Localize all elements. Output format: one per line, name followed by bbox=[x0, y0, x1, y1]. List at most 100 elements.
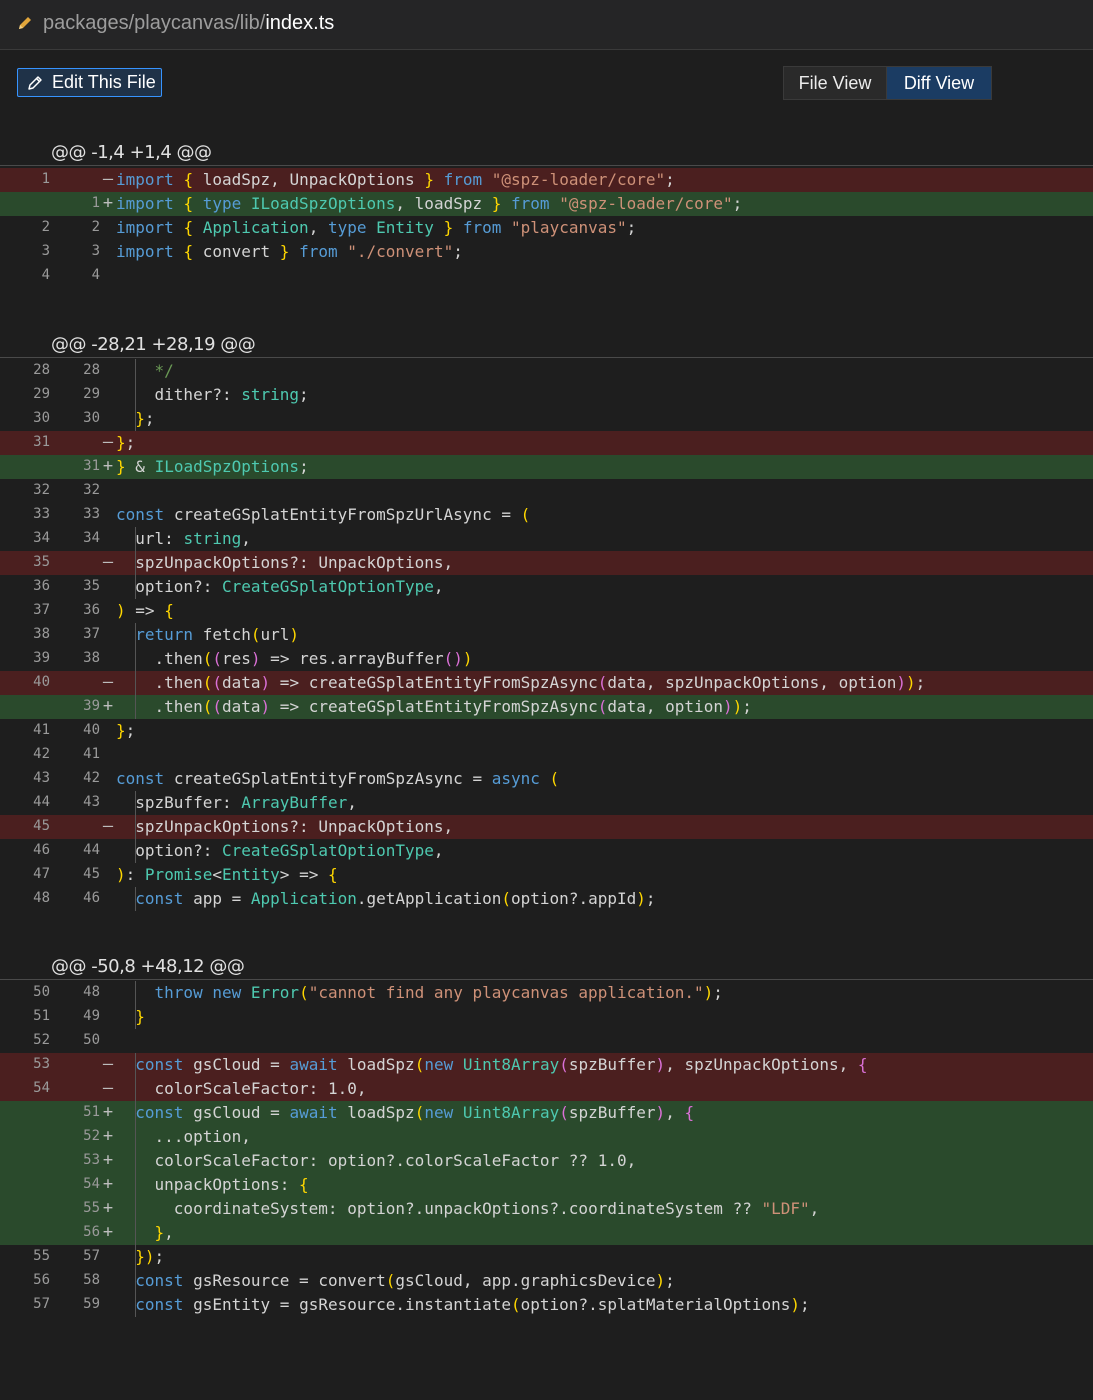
addition-marker: + bbox=[102, 193, 114, 213]
new-line-number: 53 bbox=[83, 1152, 100, 1168]
deletion-marker: — bbox=[102, 169, 114, 189]
diff-line: 33 33 const createGSplatEntityFromSpzUrlAs… bbox=[0, 503, 1093, 527]
diff-line: 48 46 const app = Application.getApplicat… bbox=[0, 887, 1093, 911]
code-text: import { Application, type Entity } from… bbox=[116, 218, 637, 237]
hunk-header-text: @@ -1,4 +1,4 @@ bbox=[51, 142, 212, 163]
code-text: const app = Application.getApplication(o… bbox=[135, 889, 656, 908]
new-line-number: 29 bbox=[83, 386, 100, 402]
old-line-number: 39 bbox=[33, 650, 50, 666]
code-text: const gsCloud = await loadSpz(new Uint8A… bbox=[135, 1103, 695, 1122]
old-line-number: 43 bbox=[33, 770, 50, 786]
new-line-number: 46 bbox=[83, 890, 100, 906]
diff-line-added: 52 + ...option, bbox=[0, 1125, 1093, 1149]
addition-marker: + bbox=[102, 696, 114, 716]
deletion-marker: — bbox=[102, 816, 114, 836]
diff-line-added: 54 + unpackOptions: { bbox=[0, 1173, 1093, 1197]
edit-pencil-icon bbox=[28, 76, 42, 90]
old-line-number: 2 bbox=[41, 219, 50, 235]
addition-marker: + bbox=[102, 1198, 114, 1218]
file-view-button[interactable]: File View bbox=[784, 67, 887, 99]
code-text: option?: CreateGSplatOptionType, bbox=[135, 841, 444, 860]
diff-view-button[interactable]: Diff View bbox=[887, 67, 991, 99]
new-line-number: 49 bbox=[83, 1008, 100, 1024]
old-line-number: 1 bbox=[41, 171, 50, 187]
diff-line: 46 44 option?: CreateGSplatOptionType, bbox=[0, 839, 1093, 863]
new-line-number: 43 bbox=[83, 794, 100, 810]
new-line-number: 30 bbox=[83, 410, 100, 426]
diff-line-added: 53 + colorScaleFactor: option?.colorScale… bbox=[0, 1149, 1093, 1173]
new-line-number: 28 bbox=[83, 362, 100, 378]
old-line-number: 4 bbox=[41, 267, 50, 283]
edit-file-button[interactable]: Edit This File bbox=[17, 68, 162, 97]
code-text: }; bbox=[116, 721, 136, 740]
file-name: index.ts bbox=[265, 12, 335, 34]
old-line-number: 48 bbox=[33, 890, 50, 906]
old-line-number: 42 bbox=[33, 746, 50, 762]
addition-marker: + bbox=[102, 1102, 114, 1122]
diff-line-added: 55 + coordinateSystem: option?.unpackOpti… bbox=[0, 1197, 1093, 1221]
new-line-number: 54 bbox=[83, 1176, 100, 1192]
new-line-number: 44 bbox=[83, 842, 100, 858]
deletion-marker: — bbox=[102, 432, 114, 452]
code-text: .then((data) => createGSplatEntityFromSp… bbox=[154, 673, 926, 692]
code-text: const gsEntity = gsResource.instantiate(… bbox=[135, 1295, 810, 1314]
diff-line: 47 45): Promise<Entity> => { bbox=[0, 863, 1093, 887]
file-path-directory: packages/playcanvas/lib/ bbox=[43, 12, 266, 34]
diff-line-deleted: 40 — .then((data) => createGSplatEntityFr… bbox=[0, 671, 1093, 695]
new-line-number: 33 bbox=[83, 506, 100, 522]
diff-line: 34 34 url: string, bbox=[0, 527, 1093, 551]
old-line-number: 41 bbox=[33, 722, 50, 738]
diff-line-added: 1 + import { type ILoadSpzOptions, loadSpz… bbox=[0, 192, 1093, 216]
addition-marker: + bbox=[102, 456, 114, 476]
new-line-number: 38 bbox=[83, 650, 100, 666]
old-line-number: 28 bbox=[33, 362, 50, 378]
code-text: const createGSplatEntityFromSpzUrlAsync … bbox=[116, 505, 531, 524]
diff-line: 36 35 option?: CreateGSplatOptionType, bbox=[0, 575, 1093, 599]
new-line-number: 56 bbox=[83, 1224, 100, 1240]
old-line-number: 36 bbox=[33, 578, 50, 594]
code-text: const createGSplatEntityFromSpzAsync = a… bbox=[116, 769, 560, 788]
new-line-number: 52 bbox=[83, 1128, 100, 1144]
old-line-number: 47 bbox=[33, 866, 50, 882]
diff-line-deleted: 45 — spzUnpackOptions?: UnpackOptions, bbox=[0, 815, 1093, 839]
old-line-number: 32 bbox=[33, 482, 50, 498]
old-line-number: 55 bbox=[33, 1248, 50, 1264]
diff-line-deleted: 35 — spzUnpackOptions?: UnpackOptions, bbox=[0, 551, 1093, 575]
old-line-number: 35 bbox=[33, 554, 50, 570]
new-line-number: 40 bbox=[83, 722, 100, 738]
code-text: colorScaleFactor: option?.colorScaleFact… bbox=[154, 1151, 637, 1170]
code-text: }); bbox=[135, 1247, 165, 1266]
new-line-number: 4 bbox=[91, 267, 100, 283]
new-line-number: 48 bbox=[83, 984, 100, 1000]
old-line-number: 33 bbox=[33, 506, 50, 522]
diff-line-deleted: 53 — const gsCloud = await loadSpz(new Ui… bbox=[0, 1053, 1093, 1077]
diff-line: 55 57 }); bbox=[0, 1245, 1093, 1269]
code-text: }; bbox=[116, 433, 136, 452]
new-line-number: 1 bbox=[91, 195, 100, 211]
code-text: return fetch(url) bbox=[135, 625, 300, 644]
diff-line: 37 36) => { bbox=[0, 599, 1093, 623]
code-text: unpackOptions: { bbox=[154, 1175, 309, 1194]
old-line-number: 57 bbox=[33, 1296, 50, 1312]
code-text: }; bbox=[135, 409, 155, 428]
file-path-header: packages/playcanvas/lib/index.ts bbox=[0, 0, 1093, 50]
new-line-number: 31 bbox=[83, 458, 100, 474]
old-line-number: 37 bbox=[33, 602, 50, 618]
diff-line: 41 40}; bbox=[0, 719, 1093, 743]
old-line-number: 51 bbox=[33, 1008, 50, 1024]
old-line-number: 44 bbox=[33, 794, 50, 810]
code-text: const gsCloud = await loadSpz(new Uint8A… bbox=[135, 1055, 868, 1074]
hunk-header: @@ -28,21 +28,19 @@ bbox=[0, 334, 1093, 358]
old-line-number: 3 bbox=[41, 243, 50, 259]
diff-line: 51 49 } bbox=[0, 1005, 1093, 1029]
code-text: spzUnpackOptions?: UnpackOptions, bbox=[135, 817, 454, 836]
old-line-number: 50 bbox=[33, 984, 50, 1000]
old-line-number: 34 bbox=[33, 530, 50, 546]
hunk-header: @@ -1,4 +1,4 @@ bbox=[0, 142, 1093, 166]
old-line-number: 53 bbox=[33, 1056, 50, 1072]
old-line-number: 46 bbox=[33, 842, 50, 858]
diff-line: 43 42 const createGSplatEntityFromSpzAsync… bbox=[0, 767, 1093, 791]
diff-line: 38 37 return fetch(url) bbox=[0, 623, 1093, 647]
diff-line-deleted: 31 —}; bbox=[0, 431, 1093, 455]
diff-line-deleted: 54 — colorScaleFactor: 1.0, bbox=[0, 1077, 1093, 1101]
